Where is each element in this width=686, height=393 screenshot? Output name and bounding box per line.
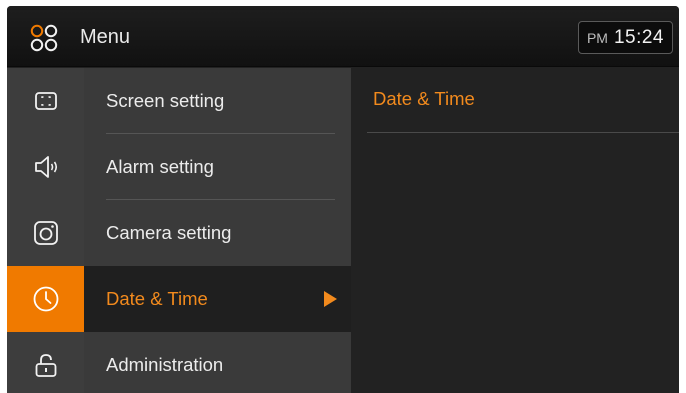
menu-item-label: Administration	[106, 354, 224, 375]
play-arrow-icon	[324, 291, 337, 307]
page-title: Menu	[80, 26, 131, 48]
menu-item-label: Screen setting	[106, 90, 225, 111]
clock-icon	[33, 286, 58, 312]
menu-item-date-time[interactable]: Date & Time	[84, 266, 351, 332]
icon-sidebar	[7, 68, 84, 393]
clock-time: 15:24	[613, 26, 664, 48]
lock-icon	[35, 354, 56, 377]
icon-tab-camera-setting[interactable]	[7, 200, 84, 266]
content-panel: Date & Time	[351, 68, 679, 393]
menu-item-label: Alarm setting	[106, 156, 214, 177]
menu-item-label: Camera setting	[106, 222, 232, 243]
divider	[367, 132, 679, 133]
menu-item-administration[interactable]: Administration	[84, 332, 351, 393]
icon-tab-alarm-setting[interactable]	[7, 134, 84, 200]
menu-list: Screen setting Alarm setting Camera sett…	[84, 68, 351, 393]
device-screen: Menu PM 15:24 Screen setting Alarm setti…	[7, 6, 679, 393]
grid-circles-icon[interactable]	[29, 23, 59, 53]
icon-tab-administration[interactable]	[7, 332, 84, 393]
icon-tab-date-time[interactable]	[7, 266, 84, 332]
clock-ampm: PM	[586, 29, 608, 46]
content-title: Date & Time	[373, 88, 475, 109]
camera-icon	[33, 221, 58, 245]
menu-item-screen-setting[interactable]: Screen setting	[84, 68, 351, 134]
screen-icon	[34, 92, 57, 110]
menu-item-label: Date & Time	[106, 288, 208, 309]
speaker-icon	[34, 156, 57, 178]
icon-tab-screen-setting[interactable]	[7, 68, 84, 134]
clock-display: PM 15:24	[577, 21, 673, 54]
top-bar: Menu PM 15:24	[7, 6, 679, 67]
menu-item-alarm-setting[interactable]: Alarm setting	[84, 134, 351, 200]
menu-item-camera-setting[interactable]: Camera setting	[84, 200, 351, 266]
